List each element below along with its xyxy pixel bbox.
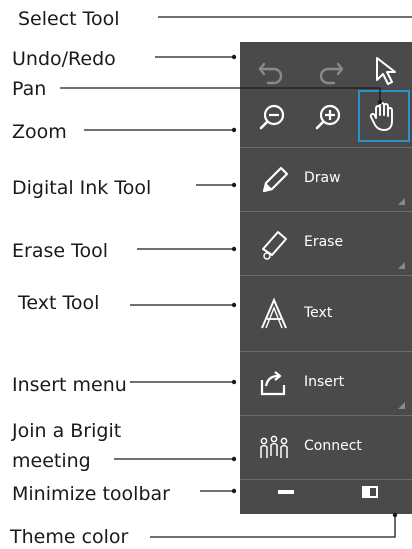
insert-icon (254, 363, 294, 407)
connect-label: Connect (304, 438, 362, 454)
theme-color-label: Theme color (10, 526, 129, 548)
zoom-out-icon[interactable] (252, 98, 292, 142)
people-icon (254, 428, 294, 472)
join-label-2: meeting (12, 450, 91, 472)
erase-label: Erase (304, 234, 344, 250)
undo-icon[interactable] (252, 50, 292, 94)
text-tool-label: Text Tool (18, 292, 100, 314)
pan-hand-icon[interactable] (364, 96, 404, 140)
text-tool[interactable]: Text (240, 276, 412, 351)
zoom-label: Zoom (12, 121, 67, 143)
connect-button[interactable]: Connect (240, 416, 412, 479)
draw-label: Draw (304, 170, 341, 186)
erase-tool-label: Erase Tool (12, 240, 108, 262)
text-a-icon (254, 294, 294, 338)
undo-redo-label: Undo/Redo (12, 48, 116, 70)
join-label-1: Join a Brigit (12, 420, 122, 442)
text-label: Text (304, 305, 333, 321)
erase-options-corner[interactable] (398, 262, 405, 269)
eraser-icon (254, 223, 294, 267)
erase-tool[interactable]: Erase (240, 212, 412, 275)
zoom-in-icon[interactable] (308, 98, 348, 142)
pan-label: Pan (12, 78, 47, 100)
minimize-label: Minimize toolbar (12, 483, 170, 505)
insert-menu-label: Insert menu (12, 374, 127, 396)
select-tool-label: Select Tool (18, 8, 120, 30)
digital-ink-label: Digital Ink Tool (12, 177, 152, 199)
insert-label: Insert (304, 374, 345, 390)
minimize-icon[interactable] (278, 490, 294, 494)
insert-menu[interactable]: Insert (240, 352, 412, 415)
draw-options-corner[interactable] (398, 198, 405, 205)
whiteboard-toolbar: Draw Erase Text Insert Connect (240, 42, 412, 514)
theme-icon[interactable] (362, 486, 378, 498)
draw-tool[interactable]: Draw (240, 148, 412, 211)
insert-options-corner[interactable] (398, 402, 405, 409)
redo-icon[interactable] (310, 50, 350, 94)
select-arrow-icon[interactable] (366, 50, 406, 94)
pen-icon (254, 159, 294, 203)
